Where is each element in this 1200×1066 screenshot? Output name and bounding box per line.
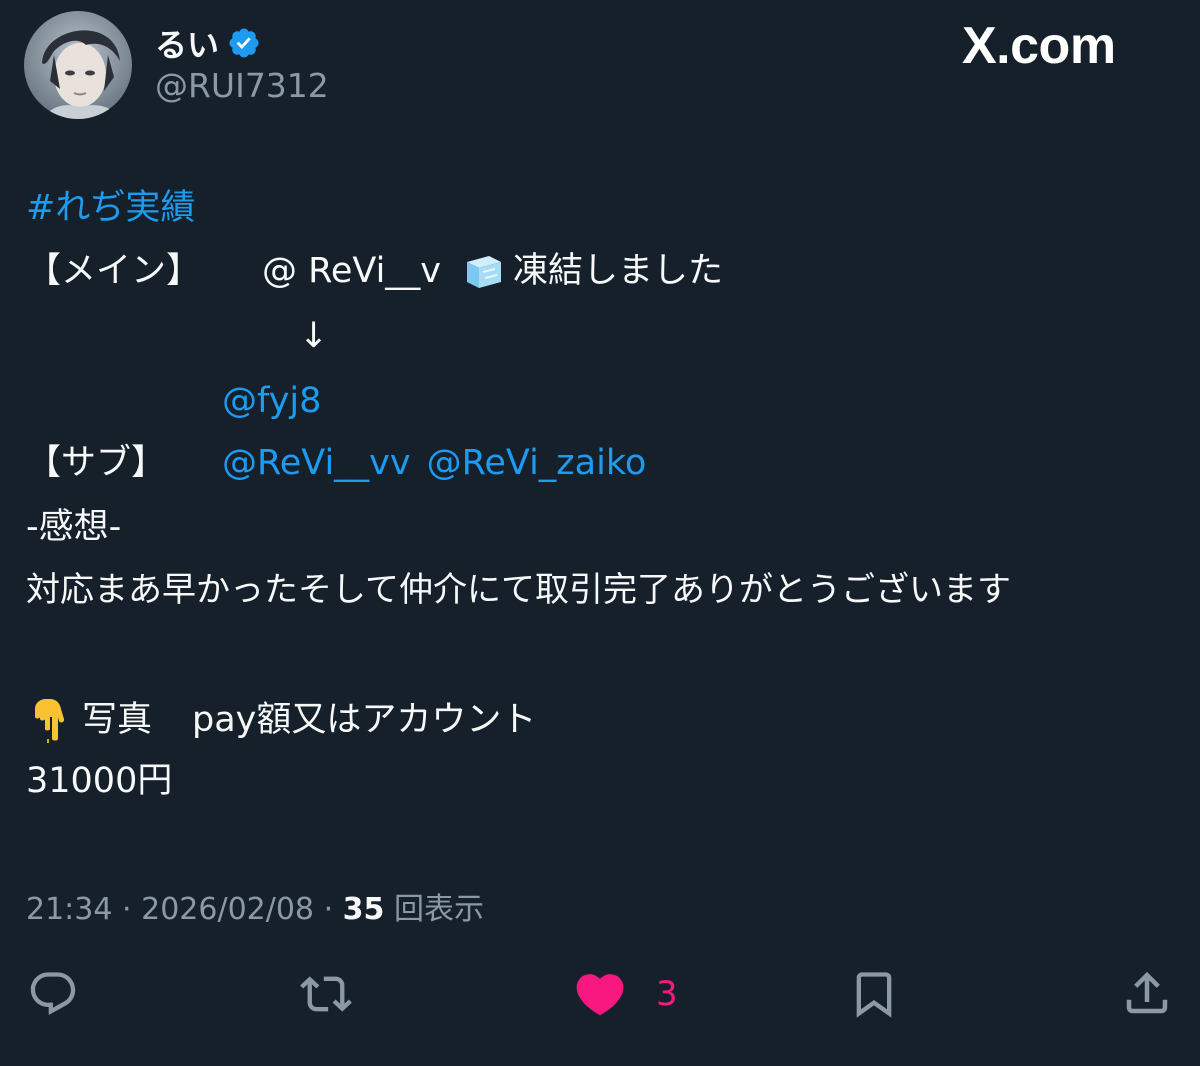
share-icon: [1120, 966, 1174, 1020]
reply-icon: [26, 968, 80, 1020]
display-name[interactable]: るい: [155, 20, 219, 66]
tweet-time[interactable]: 21:34: [26, 892, 112, 927]
heart-icon: [572, 966, 628, 1022]
x-logo: X.com: [962, 17, 1116, 75]
pay-text: pay額又はアカウント: [192, 700, 537, 740]
bookmark-button[interactable]: [848, 968, 900, 1020]
pointing-down-icon: [26, 697, 70, 743]
author-name-row[interactable]: るい: [155, 18, 261, 68]
amount: 31000円: [26, 761, 173, 801]
like-button[interactable]: 3: [572, 966, 678, 1022]
views-label: 回表示: [393, 892, 484, 927]
sub-label: 【サブ】: [26, 443, 167, 483]
tweet-date[interactable]: 2026/02/08: [141, 892, 314, 927]
down-arrow: ↓: [299, 316, 329, 356]
verified-badge-icon: [227, 26, 261, 60]
impression-label: -感想-: [26, 507, 122, 547]
sub-accounts-row: @ReVi__vv @ReVi_zaiko: [222, 441, 646, 485]
main-label: 【メイン】: [26, 251, 202, 291]
tweet-meta: 21:34 · 2026/02/08 · 35 回表示: [26, 884, 484, 928]
reply-button[interactable]: [26, 968, 80, 1020]
bookmark-icon: [848, 968, 900, 1020]
ice-cube-icon: [461, 250, 505, 292]
photo-label: 写真: [82, 700, 153, 740]
avatar[interactable]: [24, 11, 132, 119]
share-button[interactable]: [1120, 966, 1174, 1020]
main-status: 凍結しました: [513, 251, 724, 291]
photo-row: 写真 pay額又はアカウント: [26, 697, 536, 743]
hashtag[interactable]: #れぢ実績: [26, 186, 195, 230]
meta-separator: ·: [323, 892, 334, 927]
retweet-button[interactable]: [296, 968, 356, 1020]
meta-separator: ·: [122, 892, 132, 927]
retweet-icon: [296, 968, 356, 1020]
views-count: 35: [342, 892, 385, 927]
sub-mention-1[interactable]: @ReVi__vv: [222, 441, 411, 485]
main-account-row: @ ReVi__v 凍結しました: [262, 249, 723, 293]
author-handle[interactable]: @RUI7312: [155, 66, 329, 105]
impression-text: 対応まあ早かったそして仲介にて取引完了ありがとうございます: [26, 570, 1011, 610]
new-main-mention[interactable]: @fyj8: [222, 379, 321, 423]
main-mention: @ ReVi__v: [262, 251, 442, 291]
like-count: 3: [656, 974, 678, 1014]
sub-mention-2[interactable]: @ReVi_zaiko: [427, 441, 647, 485]
